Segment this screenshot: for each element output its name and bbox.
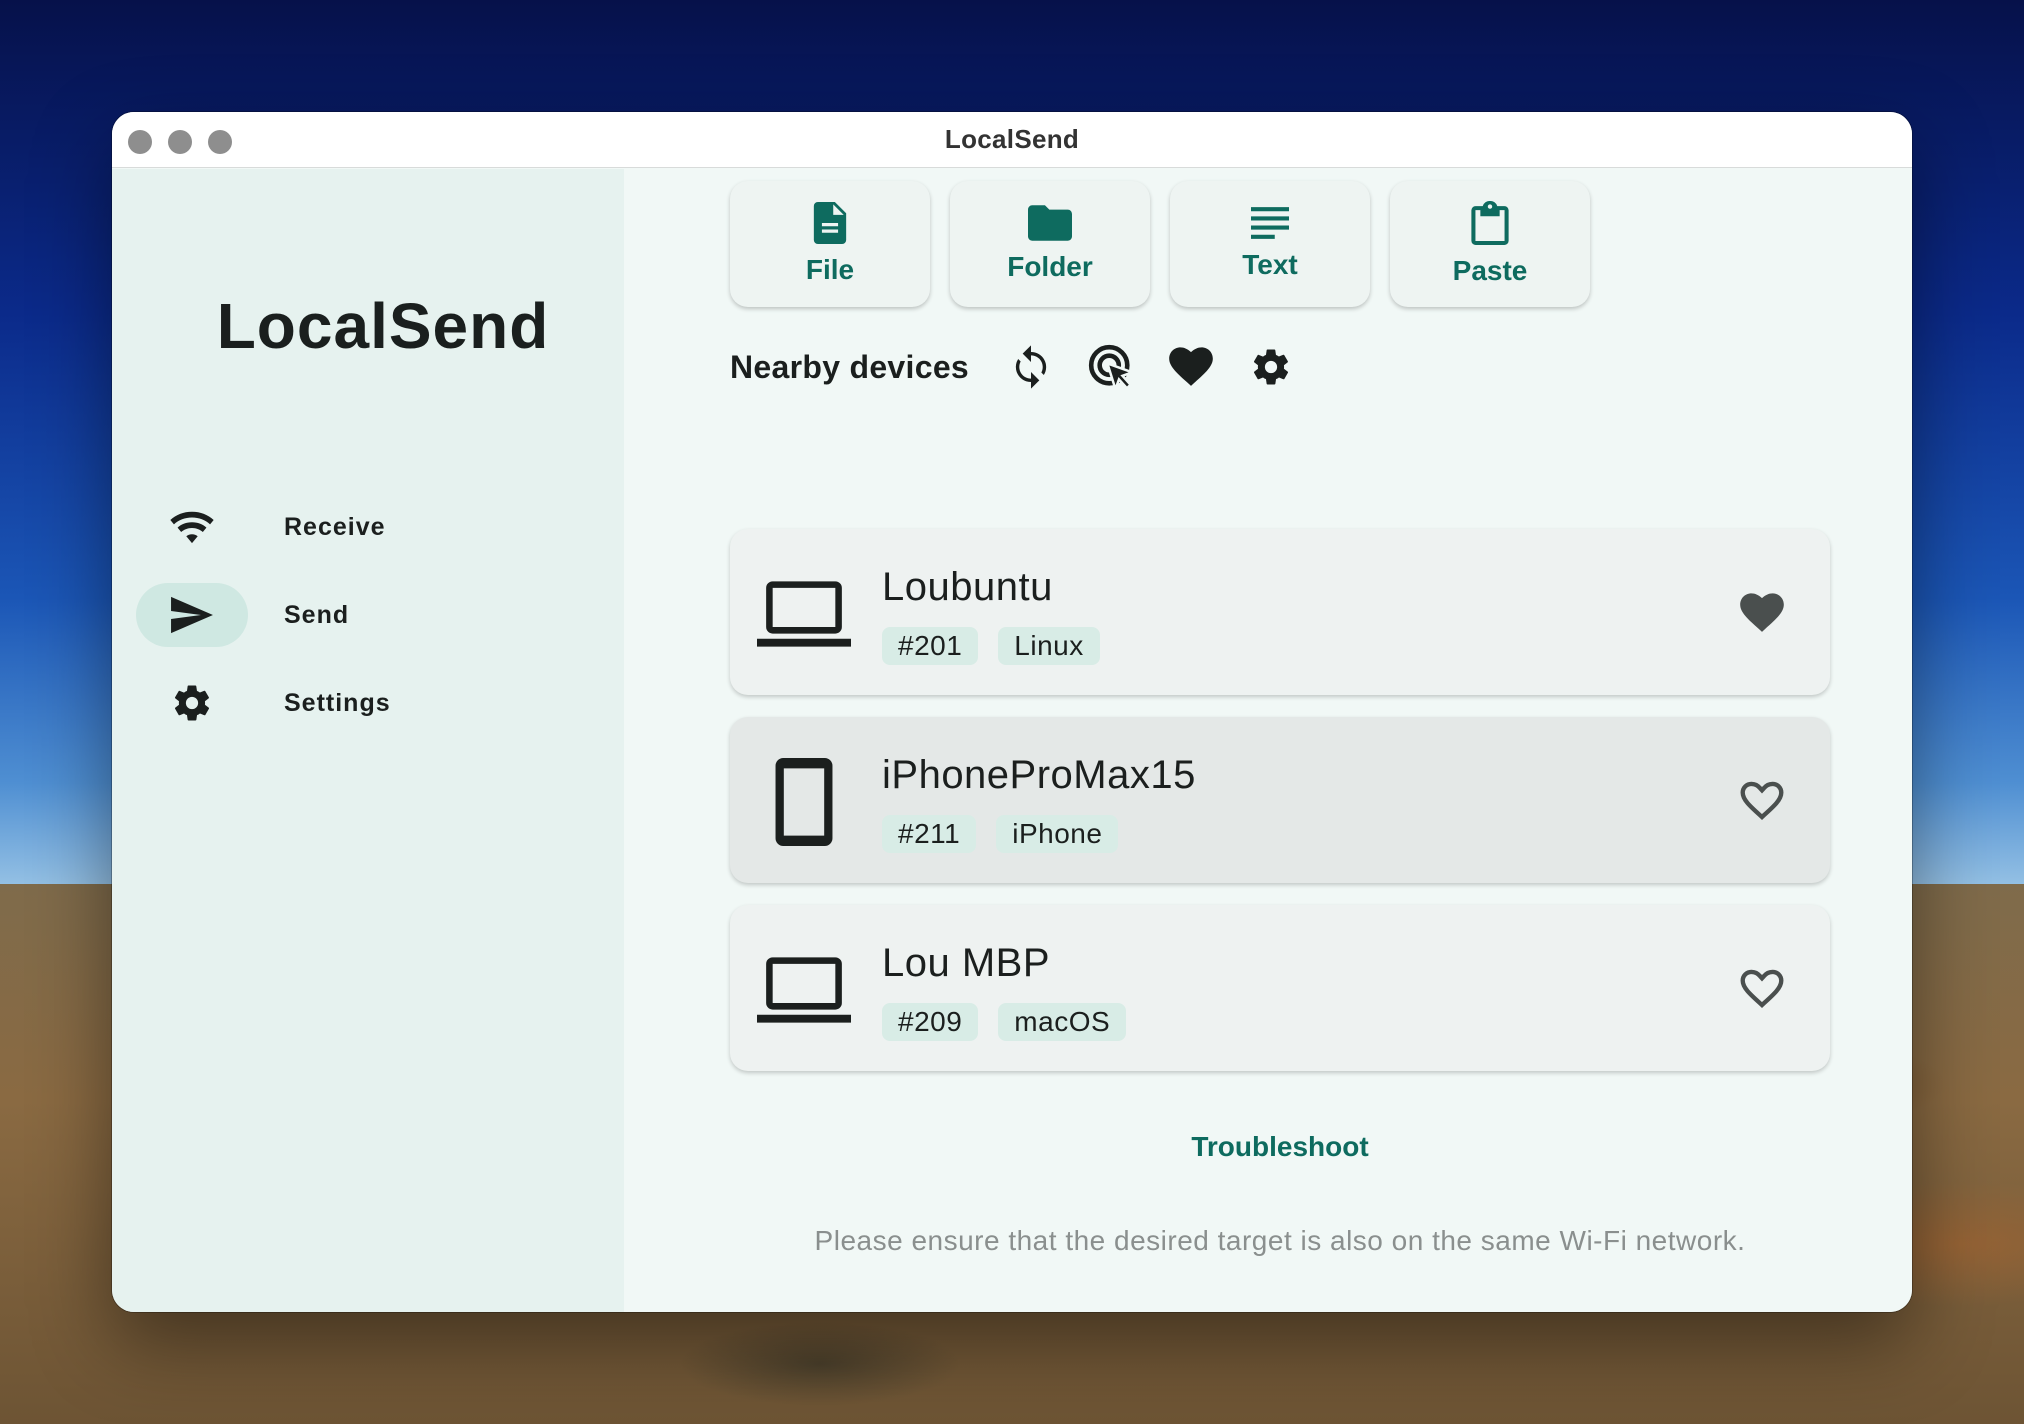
device-card-loubuntu[interactable]: Loubuntu #201 Linux xyxy=(730,529,1830,695)
device-card-iphonepromax15[interactable]: iPhoneProMax15 #211 iPhone xyxy=(730,717,1830,883)
gear-icon xyxy=(136,671,248,735)
sidebar-item-label: Receive xyxy=(284,512,386,541)
send-icon xyxy=(136,583,248,647)
device-name: Lou MBP xyxy=(882,941,1051,985)
send-page: File Folder Text Paste Nearby devices Lo… xyxy=(624,169,1912,1312)
folder-button[interactable]: Folder xyxy=(950,181,1150,307)
target-cursor-icon[interactable] xyxy=(1083,339,1139,395)
file-button[interactable]: File xyxy=(730,181,930,307)
device-tags: #209 macOS xyxy=(882,1003,1127,1041)
device-name: iPhoneProMax15 xyxy=(882,753,1196,797)
file-icon xyxy=(813,202,847,244)
title-bar: LocalSend xyxy=(112,112,1912,168)
sidebar: LocalSend Receive Send Settings xyxy=(112,169,624,1312)
paste-button-label: Paste xyxy=(1452,255,1528,286)
nearby-devices-header: Nearby devices xyxy=(730,337,1323,397)
window-controls xyxy=(128,130,232,154)
minimize-window-button[interactable] xyxy=(168,130,192,154)
sidebar-item-label: Settings xyxy=(284,688,391,717)
device-id-tag: #201 xyxy=(882,627,979,665)
favorite-outline-heart-icon[interactable] xyxy=(1736,963,1788,1015)
device-card-lou-mbp[interactable]: Lou MBP #209 macOS xyxy=(730,905,1830,1071)
laptop-icon xyxy=(756,945,852,1035)
folder-button-label: Folder xyxy=(1007,251,1093,282)
wifi-icon xyxy=(136,495,248,559)
zoom-window-button[interactable] xyxy=(208,130,232,154)
nearby-devices-title: Nearby devices xyxy=(730,348,970,385)
device-os-tag: Linux xyxy=(998,627,1100,665)
close-window-button[interactable] xyxy=(128,130,152,154)
sidebar-item-settings[interactable]: Settings xyxy=(136,671,596,735)
text-button-label: Text xyxy=(1242,249,1298,280)
folder-icon xyxy=(1028,205,1072,241)
device-name: Loubuntu xyxy=(882,565,1053,609)
window-title: LocalSend xyxy=(944,124,1080,154)
device-tags: #211 iPhone xyxy=(882,815,1119,853)
clipboard-icon xyxy=(1471,201,1509,245)
sidebar-item-receive[interactable]: Receive xyxy=(136,495,596,559)
app-brand: LocalSend xyxy=(216,290,550,362)
laptop-icon xyxy=(756,569,852,659)
troubleshoot-button[interactable]: Troubleshoot xyxy=(730,1131,1830,1163)
text-button[interactable]: Text xyxy=(1170,181,1370,307)
sidebar-item-send[interactable]: Send xyxy=(136,583,596,647)
device-os-tag: macOS xyxy=(998,1003,1127,1041)
network-hint: Please ensure that the desired target is… xyxy=(814,1225,1746,1256)
phone-icon xyxy=(756,757,852,847)
favorite-filled-heart-icon[interactable] xyxy=(1736,587,1788,639)
device-id-tag: #211 xyxy=(882,815,977,853)
app-window: LocalSend LocalSend Receive Send Setting… xyxy=(112,112,1912,1312)
device-id-tag: #209 xyxy=(882,1003,979,1041)
favorite-outline-heart-icon[interactable] xyxy=(1736,775,1788,827)
sidebar-item-label: Send xyxy=(284,600,350,629)
file-button-label: File xyxy=(805,254,855,285)
gear-icon[interactable] xyxy=(1243,339,1299,395)
selection-actions: File Folder Text Paste xyxy=(730,181,1590,307)
paste-button[interactable]: Paste xyxy=(1390,181,1590,307)
text-icon xyxy=(1251,207,1289,239)
device-os-tag: iPhone xyxy=(996,815,1119,853)
heart-icon[interactable] xyxy=(1163,339,1219,395)
device-tags: #201 Linux xyxy=(882,627,1100,665)
refresh-icon[interactable] xyxy=(1003,339,1059,395)
